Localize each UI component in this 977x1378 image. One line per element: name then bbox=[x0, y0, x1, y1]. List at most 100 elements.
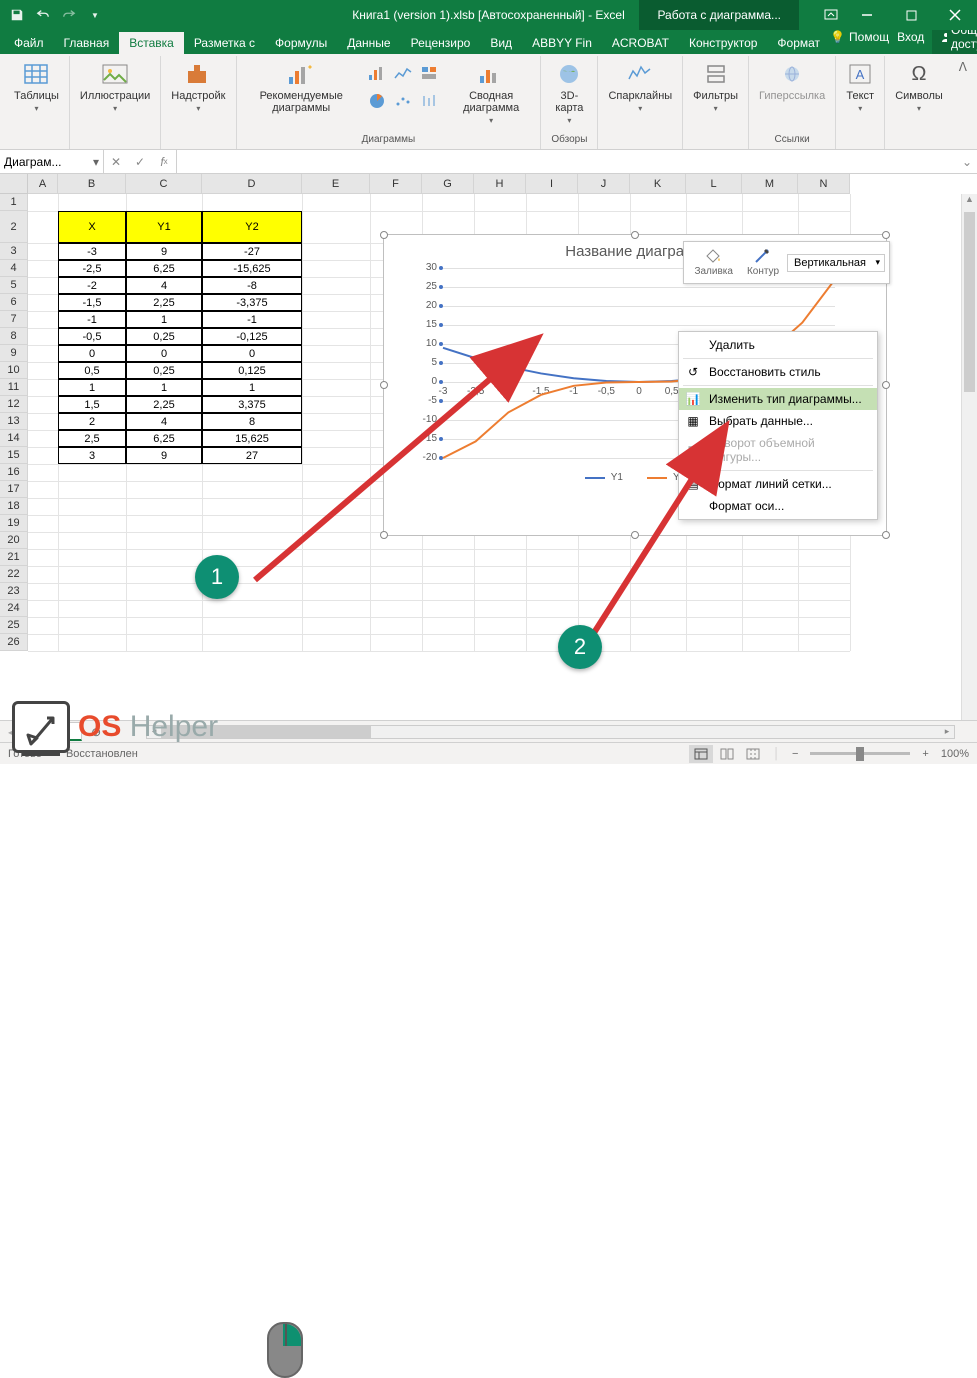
table-cell[interactable]: 0 bbox=[202, 345, 302, 362]
table-cell[interactable]: 0 bbox=[58, 345, 126, 362]
qat-dropdown-icon[interactable]: ▼ bbox=[84, 4, 106, 26]
column-header[interactable]: K bbox=[630, 174, 686, 194]
illustrations-button[interactable]: Иллюстрации▾ bbox=[74, 58, 156, 115]
close-button[interactable] bbox=[933, 0, 977, 30]
table-cell[interactable]: 1,5 bbox=[58, 396, 126, 413]
column-header[interactable]: A bbox=[28, 174, 58, 194]
recommended-charts-button[interactable]: Рекомендуемые диаграммы bbox=[241, 58, 362, 116]
row-header[interactable]: 25 bbox=[0, 617, 28, 634]
resize-handle[interactable] bbox=[882, 231, 890, 239]
formula-bar[interactable] bbox=[177, 150, 957, 173]
table-cell[interactable]: 27 bbox=[202, 447, 302, 464]
table-cell[interactable]: 3,375 bbox=[202, 396, 302, 413]
row-header[interactable]: 5 bbox=[0, 277, 28, 294]
zoom-thumb[interactable] bbox=[856, 747, 864, 761]
column-header[interactable]: J bbox=[578, 174, 630, 194]
table-cell[interactable]: 1 bbox=[202, 379, 302, 396]
insert-function-icon[interactable]: fx bbox=[152, 150, 176, 174]
text-button[interactable]: AТекст▾ bbox=[840, 58, 880, 115]
pivot-chart-button[interactable]: Сводная диаграмма▾ bbox=[446, 58, 536, 127]
row-header[interactable]: 2 bbox=[0, 211, 28, 243]
row-header[interactable]: 26 bbox=[0, 634, 28, 651]
column-header[interactable]: M bbox=[742, 174, 798, 194]
maximize-button[interactable] bbox=[889, 0, 933, 30]
hyperlink-button[interactable]: Гиперссылка bbox=[753, 58, 831, 104]
row-header[interactable]: 6 bbox=[0, 294, 28, 311]
table-cell[interactable]: 0,125 bbox=[202, 362, 302, 379]
tab-конструктор[interactable]: Конструктор bbox=[679, 32, 767, 54]
row-header[interactable]: 1 bbox=[0, 194, 28, 211]
column-header[interactable]: L bbox=[686, 174, 742, 194]
tell-me[interactable]: 💡Помощ bbox=[830, 30, 889, 44]
context-menu-item[interactable]: Формат оси... bbox=[679, 495, 877, 517]
row-header[interactable]: 19 bbox=[0, 515, 28, 532]
table-header[interactable]: Y2 bbox=[202, 211, 302, 243]
resize-handle[interactable] bbox=[380, 381, 388, 389]
resize-handle[interactable] bbox=[380, 231, 388, 239]
table-cell[interactable]: 0,25 bbox=[126, 328, 202, 345]
page-break-view-icon[interactable] bbox=[741, 745, 765, 763]
context-menu-item[interactable]: 📊Изменить тип диаграммы... bbox=[679, 388, 877, 410]
table-cell[interactable]: -1 bbox=[58, 311, 126, 328]
row-header[interactable]: 21 bbox=[0, 549, 28, 566]
scroll-right-icon[interactable]: ▸ bbox=[940, 726, 954, 737]
row-header[interactable]: 11 bbox=[0, 379, 28, 396]
table-cell[interactable]: 2 bbox=[58, 413, 126, 430]
tab-формулы[interactable]: Формулы bbox=[265, 32, 337, 54]
table-cell[interactable]: 2,5 bbox=[58, 430, 126, 447]
column-header[interactable]: I bbox=[526, 174, 578, 194]
table-header[interactable]: Y1 bbox=[126, 211, 202, 243]
row-header[interactable]: 16 bbox=[0, 464, 28, 481]
column-header[interactable]: D bbox=[202, 174, 302, 194]
row-header[interactable]: 23 bbox=[0, 583, 28, 600]
tab-рецензиро[interactable]: Рецензиро bbox=[401, 32, 481, 54]
row-header[interactable]: 17 bbox=[0, 481, 28, 498]
chart-types-gallery[interactable] bbox=[366, 62, 442, 114]
context-menu-item[interactable]: ↺Восстановить стиль bbox=[679, 361, 877, 383]
chevron-down-icon[interactable]: ▾ bbox=[93, 155, 99, 169]
tab-вставка[interactable]: Вставка bbox=[119, 32, 184, 54]
horizontal-scrollbar[interactable]: ◂ ▸ bbox=[146, 725, 955, 739]
normal-view-icon[interactable] bbox=[689, 745, 713, 763]
table-cell[interactable]: -3,375 bbox=[202, 294, 302, 311]
row-header[interactable]: 14 bbox=[0, 430, 28, 447]
fill-button[interactable]: Заливка bbox=[688, 246, 739, 279]
zoom-in-icon[interactable]: + bbox=[918, 748, 932, 760]
resize-handle[interactable] bbox=[882, 531, 890, 539]
table-cell[interactable]: 4 bbox=[126, 277, 202, 294]
row-header[interactable]: 8 bbox=[0, 328, 28, 345]
row-header[interactable]: 22 bbox=[0, 566, 28, 583]
table-cell[interactable]: 0 bbox=[126, 345, 202, 362]
table-cell[interactable]: 1 bbox=[58, 379, 126, 396]
name-box[interactable]: Диаграм...▾ bbox=[0, 150, 104, 173]
column-header[interactable]: N bbox=[798, 174, 850, 194]
resize-handle[interactable] bbox=[631, 231, 639, 239]
context-menu-item[interactable]: ▦Выбрать данные... bbox=[679, 410, 877, 432]
resize-handle[interactable] bbox=[882, 381, 890, 389]
zoom-slider[interactable] bbox=[810, 752, 910, 755]
undo-icon[interactable] bbox=[32, 4, 54, 26]
row-header[interactable]: 20 bbox=[0, 532, 28, 549]
resize-handle[interactable] bbox=[380, 531, 388, 539]
save-icon[interactable] bbox=[6, 4, 28, 26]
table-cell[interactable]: -2,5 bbox=[58, 260, 126, 277]
accept-formula-icon[interactable]: ✓ bbox=[128, 150, 152, 174]
tab-abbyy fin[interactable]: ABBYY Fin bbox=[522, 32, 602, 54]
redo-icon[interactable] bbox=[58, 4, 80, 26]
tables-button[interactable]: Таблицы▾ bbox=[8, 58, 65, 115]
3d-map-button[interactable]: 3D-карта▾ bbox=[545, 58, 593, 127]
table-cell[interactable]: 0,25 bbox=[126, 362, 202, 379]
row-header[interactable]: 13 bbox=[0, 413, 28, 430]
filters-button[interactable]: Фильтры▾ bbox=[687, 58, 744, 115]
row-header[interactable]: 7 bbox=[0, 311, 28, 328]
bar-chart-icon[interactable] bbox=[366, 62, 388, 84]
table-cell[interactable]: 4 bbox=[126, 413, 202, 430]
table-cell[interactable]: 6,25 bbox=[126, 260, 202, 277]
resize-handle[interactable] bbox=[631, 531, 639, 539]
tab-разметка с[interactable]: Разметка с bbox=[184, 32, 265, 54]
ribbon-display-options-icon[interactable] bbox=[817, 0, 845, 30]
column-header[interactable]: C bbox=[126, 174, 202, 194]
tab-формат[interactable]: Формат bbox=[767, 32, 830, 54]
table-cell[interactable]: 9 bbox=[126, 243, 202, 260]
row-header[interactable]: 24 bbox=[0, 600, 28, 617]
